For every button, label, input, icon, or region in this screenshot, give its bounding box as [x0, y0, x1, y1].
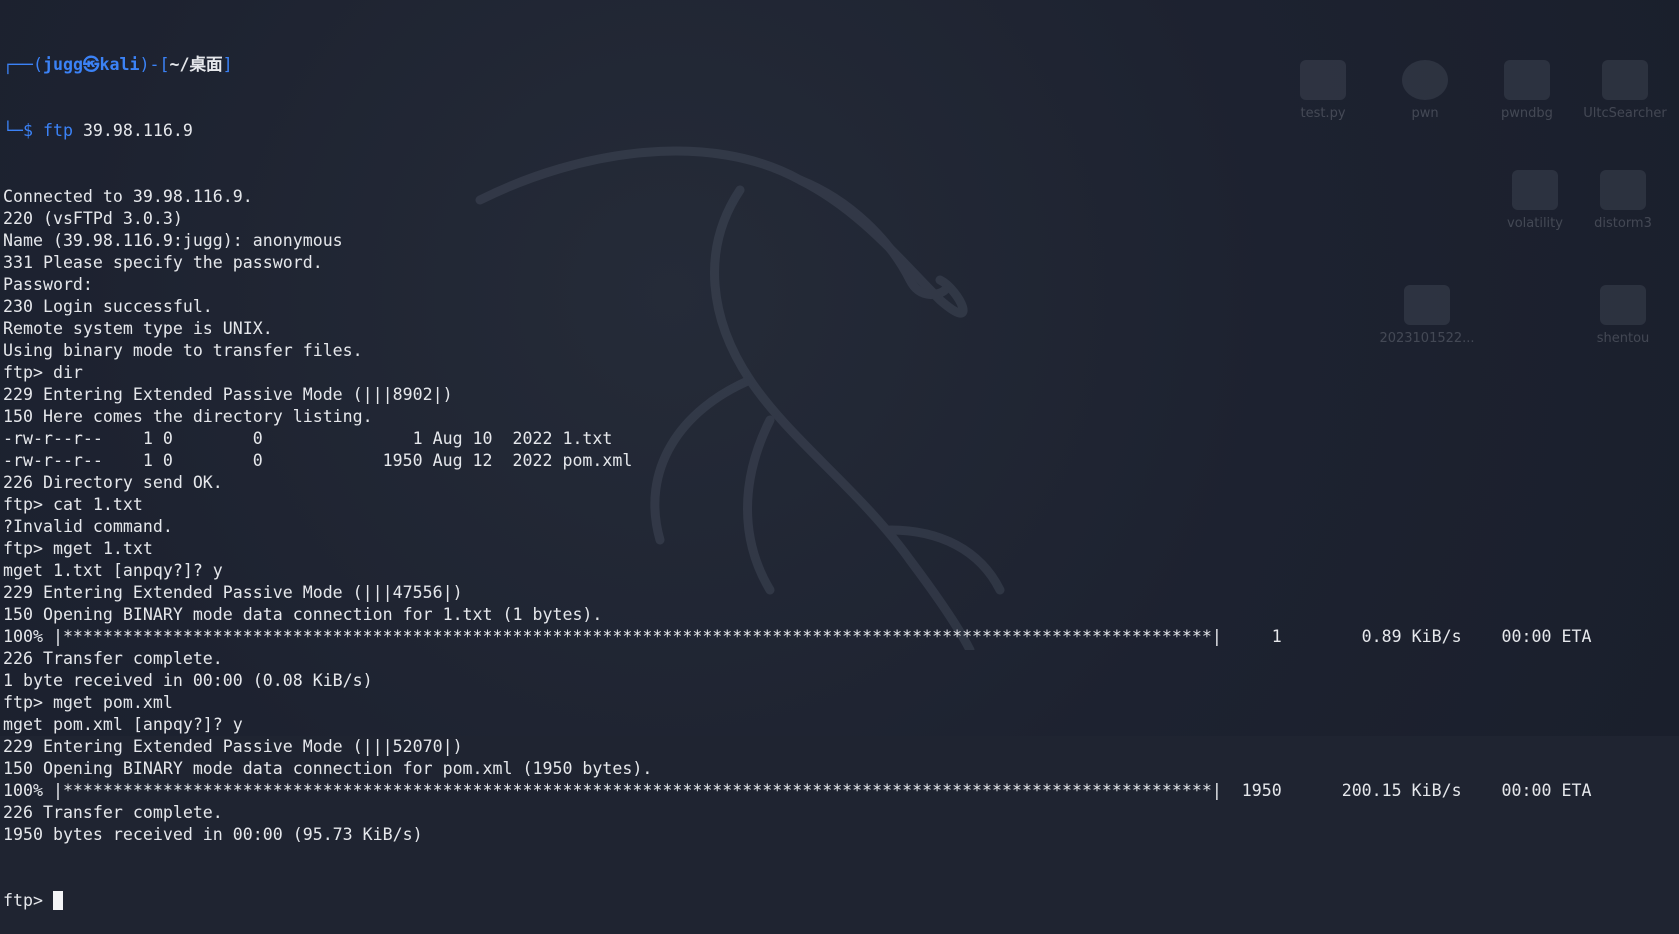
ftp-prompt: ftp> — [3, 891, 53, 910]
terminal-line: -rw-r--r-- 1 0 0 1 Aug 10 2022 1.txt — [3, 429, 613, 448]
terminal-line: mget pom.xml [anpqy?]? y — [3, 715, 243, 734]
terminal-line: -rw-r--r-- 1 0 0 1950 Aug 12 2022 pom.xm… — [3, 451, 633, 470]
prompt-frame-close: ] — [222, 55, 233, 74]
final-prompt-line[interactable]: ftp> — [3, 890, 1679, 912]
terminal-line: 229 Entering Extended Passive Mode (|||4… — [3, 583, 463, 602]
terminal-line: Remote system type is UNIX. — [3, 319, 273, 338]
terminal-line: ftp> mget pom.xml — [3, 693, 173, 712]
terminal-output[interactable]: ┌──(jugg㉿kali)-[~/桌面] └─$ ftp 39.98.116.… — [3, 10, 1679, 934]
prompt-line-1: ┌──(jugg㉿kali)-[~/桌面] — [3, 54, 1679, 76]
terminal-line: ?Invalid command. — [3, 517, 173, 536]
prompt-frame-mid: )-[ — [139, 55, 170, 74]
terminal-line: 226 Directory send OK. — [3, 473, 223, 492]
prompt-frame-open: ┌──( — [3, 55, 43, 74]
terminal-line: 226 Transfer complete. — [3, 649, 223, 668]
terminal-line: 150 Opening BINARY mode data connection … — [3, 605, 603, 624]
command-name: ftp — [42, 121, 73, 140]
terminal-line: 100% |**********************************… — [3, 781, 1592, 800]
command-args: 39.98.116.9 — [72, 121, 193, 140]
terminal-line: Using binary mode to transfer files. — [3, 341, 363, 360]
terminal-line: 226 Transfer complete. — [3, 803, 223, 822]
terminal-line: 150 Opening BINARY mode data connection … — [3, 759, 653, 778]
terminal-line: mget 1.txt [anpqy?]? y — [3, 561, 223, 580]
terminal-line: 331 Please specify the password. — [3, 253, 323, 272]
terminal-line: 1 byte received in 00:00 (0.08 KiB/s) — [3, 671, 373, 690]
terminal-line: 1950 bytes received in 00:00 (95.73 KiB/… — [3, 825, 423, 844]
terminal-line: Name (39.98.116.9:jugg): anonymous — [3, 231, 343, 250]
terminal-line: 230 Login successful. — [3, 297, 213, 316]
prompt-user-host: jugg㉿kali — [42, 55, 140, 74]
terminal-line: ftp> dir — [3, 363, 83, 382]
terminal-line: Password: — [3, 275, 93, 294]
terminal-line: 229 Entering Extended Passive Mode (|||8… — [3, 385, 453, 404]
terminal-line: ftp> cat 1.txt — [3, 495, 143, 514]
prompt-dollar: └─$ — [3, 121, 43, 140]
terminal-line: 220 (vsFTPd 3.0.3) — [3, 209, 183, 228]
output-lines: Connected to 39.98.116.9. 220 (vsFTPd 3.0… — [3, 186, 1679, 846]
terminal-line: ftp> mget 1.txt — [3, 539, 153, 558]
text-cursor — [52, 891, 63, 910]
prompt-line-2: └─$ ftp 39.98.116.9 — [3, 120, 1679, 142]
terminal-line: Connected to 39.98.116.9. — [3, 187, 253, 206]
terminal-line: 150 Here comes the directory listing. — [3, 407, 373, 426]
terminal-line: 100% |**********************************… — [3, 627, 1592, 646]
terminal-line: 229 Entering Extended Passive Mode (|||5… — [3, 737, 463, 756]
prompt-directory: ~/桌面 — [169, 55, 223, 74]
